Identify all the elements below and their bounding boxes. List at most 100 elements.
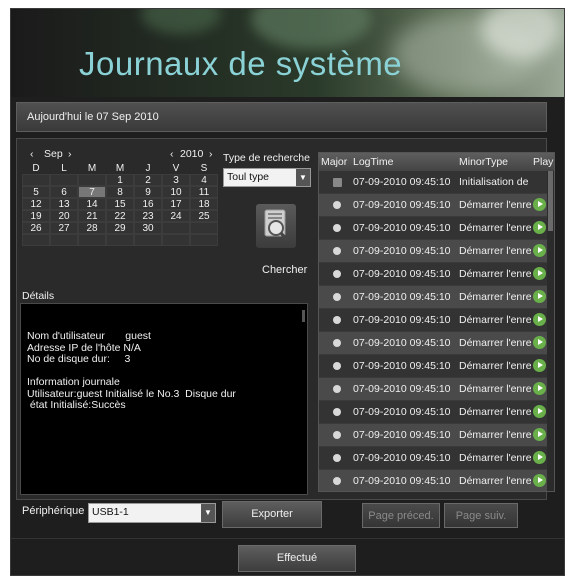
minor-type: Démarrer l'enreg bbox=[459, 268, 531, 280]
table-row[interactable]: 07-09-2010 09:45:10 Initialisation de c bbox=[319, 171, 547, 193]
log-time: 07-09-2010 09:45:10 bbox=[353, 383, 451, 395]
calendar-day[interactable]: 7 bbox=[78, 186, 106, 198]
play-icon[interactable] bbox=[533, 382, 546, 395]
calendar-month: Sep bbox=[44, 148, 63, 160]
calendar-empty-cell bbox=[106, 234, 134, 246]
calendar-day[interactable]: 11 bbox=[190, 186, 218, 198]
calendar-day[interactable]: 8 bbox=[106, 186, 134, 198]
table-row[interactable]: 07-09-2010 09:45:10 Démarrer l'enreg bbox=[319, 401, 547, 423]
calendar-empty-cell bbox=[190, 222, 218, 234]
export-button[interactable]: Exporter bbox=[222, 501, 322, 528]
calendar-day[interactable]: 15 bbox=[106, 198, 134, 210]
table-row[interactable]: 07-09-2010 09:45:10 Démarrer l'enreg bbox=[319, 286, 547, 308]
next-page-button[interactable]: Page suiv. bbox=[444, 503, 518, 528]
device-select[interactable]: USB1-1 ▼ bbox=[88, 503, 216, 523]
column-header-play[interactable]: Play bbox=[533, 156, 553, 168]
play-icon[interactable] bbox=[533, 198, 546, 211]
prev-year-icon[interactable]: ‹ bbox=[170, 148, 174, 160]
table-row[interactable]: 07-09-2010 09:45:10 Démarrer l'enreg bbox=[319, 217, 547, 239]
calendar-day[interactable]: 23 bbox=[134, 210, 162, 222]
log-table: Major LogTime MinorType Play 07-09-2010 … bbox=[318, 152, 555, 492]
calendar-day[interactable]: 9 bbox=[134, 186, 162, 198]
weekday-label: M bbox=[87, 163, 97, 174]
calendar-empty-cell bbox=[134, 234, 162, 246]
search-type-select[interactable]: Toul type ▼ bbox=[223, 168, 311, 187]
calendar-day[interactable]: 17 bbox=[162, 198, 190, 210]
calendar-day[interactable]: 18 bbox=[190, 198, 218, 210]
play-icon[interactable] bbox=[533, 244, 546, 257]
calendar-year: 2010 bbox=[180, 148, 204, 160]
calendar-day[interactable]: 5 bbox=[22, 186, 50, 198]
calendar-day[interactable]: 12 bbox=[22, 198, 50, 210]
play-icon[interactable] bbox=[533, 267, 546, 280]
done-button[interactable]: Effectué bbox=[238, 545, 356, 572]
table-row[interactable]: 07-09-2010 09:45:10 Démarrer l'enreg bbox=[319, 240, 547, 262]
calendar-day[interactable]: 3 bbox=[162, 174, 190, 186]
play-icon[interactable] bbox=[533, 336, 546, 349]
calendar-day[interactable]: 25 bbox=[190, 210, 218, 222]
log-table-scrollbar[interactable] bbox=[547, 171, 554, 491]
column-header-logtime[interactable]: LogTime bbox=[353, 156, 393, 168]
calendar-day[interactable]: 24 bbox=[162, 210, 190, 222]
calendar-day[interactable]: 30 bbox=[134, 222, 162, 234]
calendar-empty-cell bbox=[162, 222, 190, 234]
play-icon[interactable] bbox=[533, 313, 546, 326]
column-header-minortype[interactable]: MinorType bbox=[459, 156, 508, 168]
table-row[interactable]: 07-09-2010 09:45:10 Démarrer l'enreg bbox=[319, 309, 547, 331]
calendar-empty-cell bbox=[190, 234, 218, 246]
table-row[interactable]: 07-09-2010 09:45:10 Démarrer l'enreg bbox=[319, 447, 547, 469]
calendar-day[interactable]: 2 bbox=[134, 174, 162, 186]
next-month-icon[interactable]: › bbox=[68, 148, 72, 160]
chevron-down-icon: ▼ bbox=[201, 504, 215, 522]
table-row[interactable]: 07-09-2010 09:45:10 Démarrer l'enreg bbox=[319, 263, 547, 285]
calendar-day[interactable]: 13 bbox=[50, 198, 78, 210]
calendar-day[interactable]: 27 bbox=[50, 222, 78, 234]
calendar-day[interactable]: 1 bbox=[106, 174, 134, 186]
table-row[interactable]: 07-09-2010 09:45:10 Démarrer l'enreg bbox=[319, 194, 547, 216]
minor-type: Démarrer l'enreg bbox=[459, 337, 531, 349]
details-scrollbar[interactable] bbox=[302, 310, 305, 322]
table-row[interactable]: 07-09-2010 09:45:10 Démarrer l'enreg bbox=[319, 424, 547, 446]
column-header-major[interactable]: Major bbox=[321, 156, 347, 168]
calendar-day[interactable]: 4 bbox=[190, 174, 218, 186]
calendar-day[interactable]: 14 bbox=[78, 198, 106, 210]
calendar-day[interactable]: 20 bbox=[50, 210, 78, 222]
play-icon[interactable] bbox=[533, 221, 546, 234]
calendar-day[interactable]: 29 bbox=[106, 222, 134, 234]
prev-month-icon[interactable]: ‹ bbox=[30, 148, 34, 160]
table-row[interactable]: 07-09-2010 09:45:10 Démarrer l'enreg bbox=[319, 332, 547, 354]
calendar-day[interactable]: 19 bbox=[22, 210, 50, 222]
calendar-day[interactable]: 26 bbox=[22, 222, 50, 234]
log-time: 07-09-2010 09:45:10 bbox=[353, 199, 451, 211]
play-icon[interactable] bbox=[533, 428, 546, 441]
play-icon[interactable] bbox=[533, 451, 546, 464]
minor-type: Démarrer l'enreg bbox=[459, 199, 531, 211]
calendar-day[interactable]: 21 bbox=[78, 210, 106, 222]
details-label: Détails bbox=[22, 290, 55, 302]
prev-page-button[interactable]: Page préced. bbox=[362, 503, 440, 528]
calendar-day[interactable]: 10 bbox=[162, 186, 190, 198]
next-year-icon[interactable]: › bbox=[209, 148, 213, 160]
calendar-day[interactable]: 22 bbox=[106, 210, 134, 222]
magnifier-document-icon bbox=[264, 209, 289, 241]
search-type-label: Type de recherche bbox=[223, 152, 310, 164]
play-icon[interactable] bbox=[533, 405, 546, 418]
weekday-label: J bbox=[145, 163, 151, 174]
play-icon[interactable] bbox=[533, 359, 546, 372]
info-icon bbox=[333, 201, 341, 209]
device-value: USB1-1 bbox=[92, 506, 129, 518]
info-icon bbox=[333, 477, 341, 485]
calendar-day[interactable]: 28 bbox=[78, 222, 106, 234]
play-icon[interactable] bbox=[533, 474, 546, 487]
table-row[interactable]: 07-09-2010 09:45:10 Démarrer l'enreg bbox=[319, 378, 547, 400]
calendar-day[interactable]: 6 bbox=[50, 186, 78, 198]
calendar-day[interactable]: 16 bbox=[134, 198, 162, 210]
search-button[interactable] bbox=[256, 204, 296, 248]
table-row[interactable]: 07-09-2010 09:45:10 Démarrer l'enreg bbox=[319, 470, 547, 491]
table-row[interactable]: 07-09-2010 09:45:10 Démarrer l'enreg bbox=[319, 355, 547, 377]
log-table-header: Major LogTime MinorType Play bbox=[319, 153, 554, 171]
search-label[interactable]: Chercher bbox=[262, 264, 307, 276]
log-table-scroll-thumb[interactable] bbox=[548, 171, 553, 231]
play-icon[interactable] bbox=[533, 290, 546, 303]
log-time: 07-09-2010 09:45:10 bbox=[353, 475, 451, 487]
